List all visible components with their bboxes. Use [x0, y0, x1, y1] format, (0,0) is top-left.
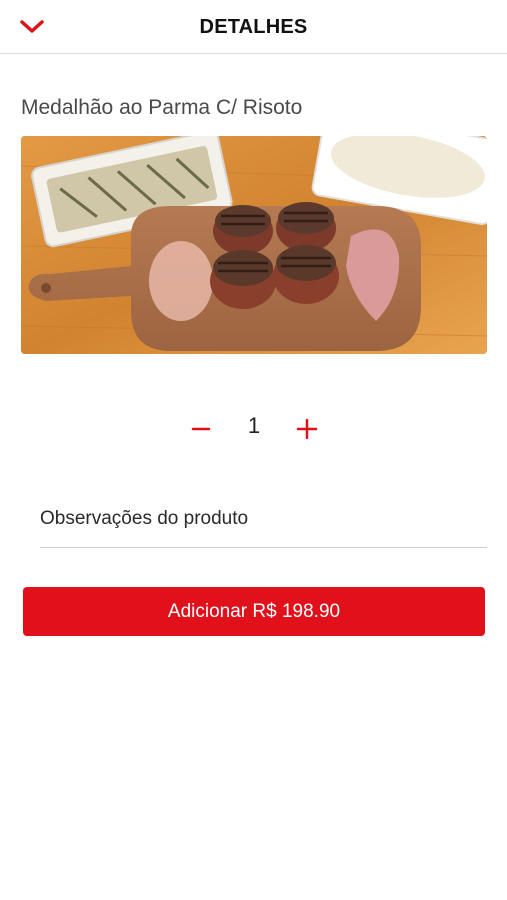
product-notes-input[interactable]	[40, 500, 487, 538]
plus-icon[interactable]	[296, 417, 318, 439]
notes-field-wrapper	[40, 500, 487, 548]
page-title: DETALHES	[199, 16, 308, 38]
decrease-quantity-button[interactable]	[184, 411, 218, 445]
quantity-stepper: 1	[0, 405, 507, 449]
add-to-cart-label: Adicionar R$ 198.90	[167, 600, 341, 622]
product-image	[21, 136, 487, 354]
increase-quantity-button[interactable]	[290, 411, 324, 445]
add-to-cart-button[interactable]: Adicionar R$ 198.90	[23, 587, 485, 636]
quantity-value: 1	[247, 413, 261, 438]
header-bar: DETALHES	[0, 0, 507, 54]
product-name: Medalhão ao Parma C/ Risoto	[21, 96, 303, 119]
minus-icon[interactable]	[191, 418, 211, 438]
product-photo	[21, 136, 487, 354]
